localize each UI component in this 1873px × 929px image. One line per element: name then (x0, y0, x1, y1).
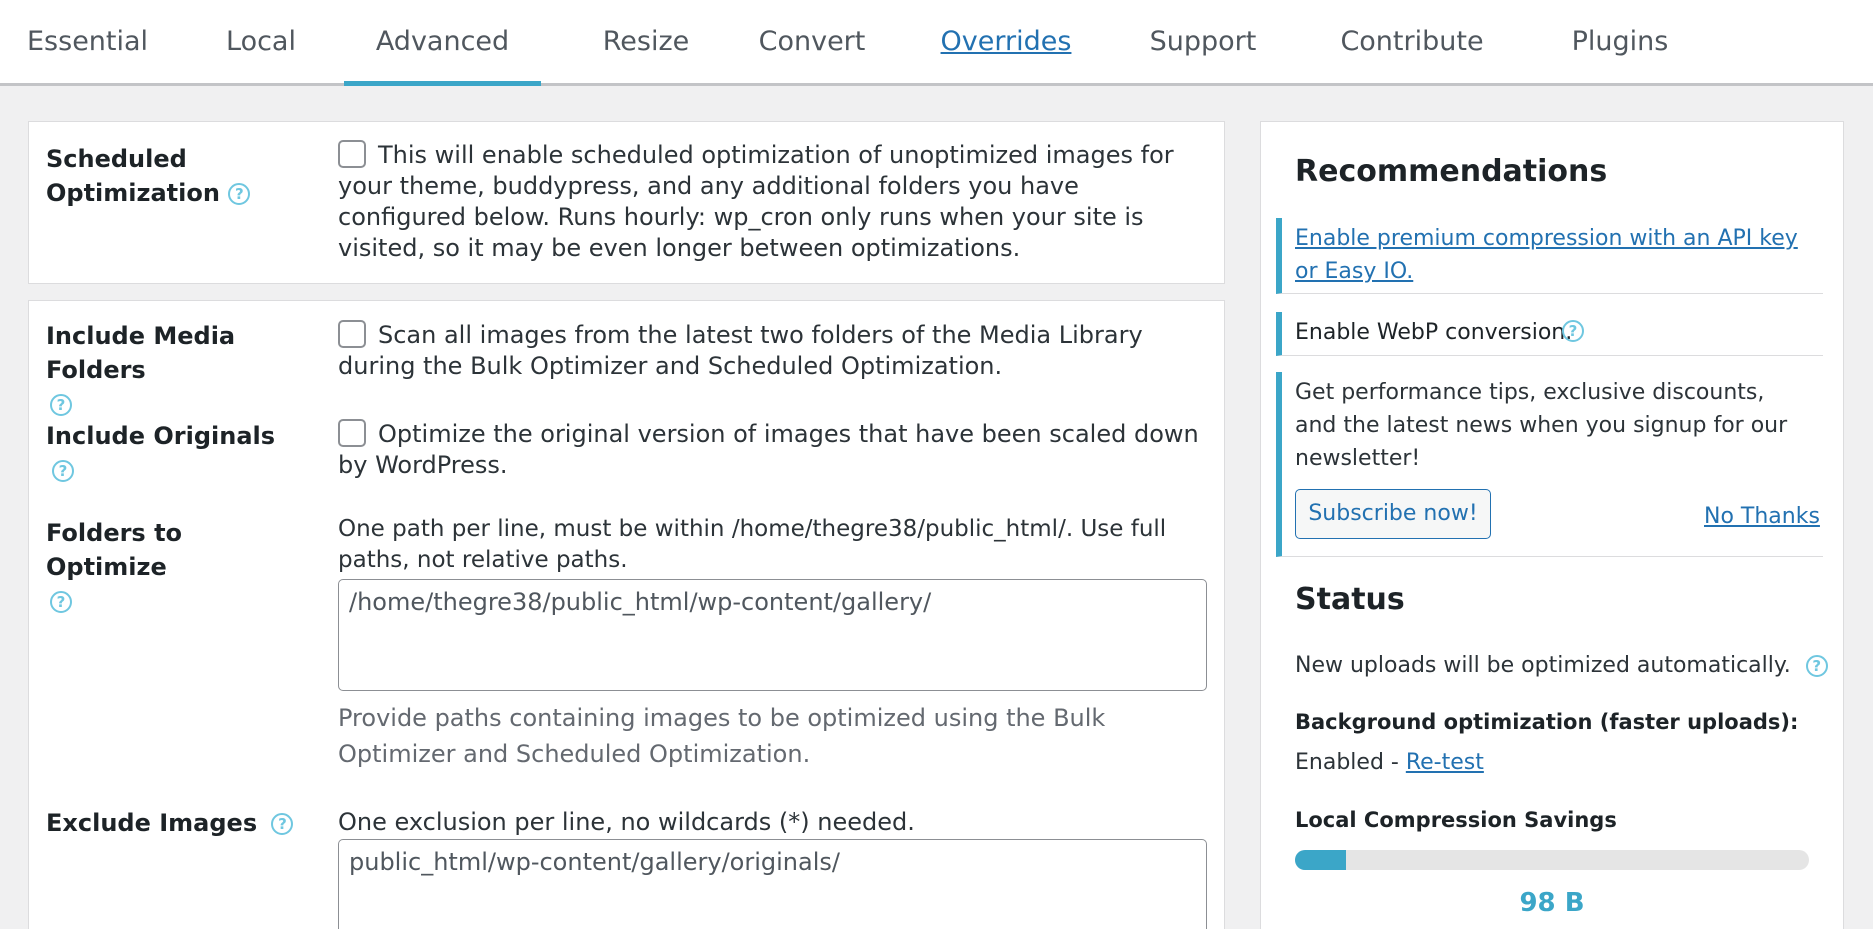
scheduled-label-line2: Optimization ? (46, 176, 286, 210)
tab-overrides[interactable]: Overrides (937, 0, 1075, 86)
media-folders-help-wrap: ? (46, 387, 306, 421)
folders-desc: One path per line, must be within /home/… (338, 516, 1167, 573)
media-folders-label: Include Media Folders ? (46, 319, 306, 421)
newsletter-item: Get performance tips, exclusive discount… (1276, 372, 1823, 557)
originals-label-text: Include Originals (46, 422, 276, 450)
scheduled-label-line1: Scheduled (46, 145, 187, 173)
media-folders-checkbox[interactable] (338, 320, 366, 348)
help-icon[interactable]: ? (1562, 320, 1584, 342)
newsletter-text: Get performance tips, exclusive discount… (1295, 380, 1788, 471)
tab-bar: Essential Local Advanced Resize Convert … (0, 0, 1873, 86)
media-folders-label-text: Include Media Folders (46, 322, 236, 384)
tab-resize[interactable]: Resize (585, 0, 707, 86)
help-icon[interactable]: ? (50, 394, 72, 416)
rec-premium-link[interactable]: Enable premium compression with an API k… (1295, 222, 1805, 288)
savings-title: Local Compression Savings (1295, 808, 1617, 832)
rec-webp-text: Enable WebP conversion. (1295, 320, 1573, 345)
exclude-label-text: Exclude Images (46, 809, 258, 837)
media-folders-desc-text: Scan all images from the latest two fold… (338, 321, 1143, 380)
rec-webp-item: Enable WebP conversion. ? (1276, 312, 1823, 356)
help-icon[interactable]: ? (228, 183, 251, 205)
media-folders-desc: Scan all images from the latest two fold… (338, 320, 1208, 382)
tab-contribute[interactable]: Contribute (1337, 0, 1487, 86)
rec-premium-item: Enable premium compression with an API k… (1276, 218, 1823, 294)
bg-optimization-title: Background optimization (faster uploads)… (1295, 710, 1799, 734)
options-panel: Include Media Folders ? Scan all images … (28, 300, 1225, 929)
scheduled-desc-text: This will enable scheduled optimization … (338, 141, 1174, 262)
help-icon[interactable]: ? (271, 813, 294, 835)
bg-optimization-status: Enabled - Re-test (1295, 750, 1484, 775)
folders-label-text: Folders to Optimize (46, 519, 183, 581)
bg-enabled-text: Enabled - (1295, 750, 1406, 775)
originals-desc-text: Optimize the original version of images … (338, 420, 1199, 479)
folders-help-wrap: ? (46, 584, 306, 618)
scheduled-checkbox[interactable] (338, 140, 366, 168)
recommendations-title: Recommendations (1295, 154, 1608, 189)
savings-progress-fill (1295, 850, 1347, 870)
scheduled-desc: This will enable scheduled optimization … (338, 140, 1208, 264)
savings-value: 98 B (1519, 888, 1585, 918)
exclude-label: Exclude Images ? (46, 806, 306, 840)
exclude-textarea[interactable]: public_html/wp-content/gallery/originals… (338, 839, 1207, 929)
originals-desc: Optimize the original version of images … (338, 419, 1208, 481)
no-thanks-link[interactable]: No Thanks (1704, 504, 1820, 529)
status-uploads: New uploads will be optimized automatica… (1295, 653, 1828, 678)
help-icon[interactable]: ? (1805, 655, 1828, 677)
tab-convert[interactable]: Convert (752, 0, 872, 86)
exclude-desc: One exclusion per line, no wildcards (*)… (338, 808, 915, 836)
tab-local[interactable]: Local (220, 0, 302, 86)
help-icon[interactable]: ? (52, 460, 74, 482)
folders-note: Provide paths containing images to be op… (338, 704, 1106, 768)
subscribe-button[interactable]: Subscribe now! (1295, 489, 1491, 539)
scheduled-label: Scheduled Optimization ? (46, 142, 286, 210)
savings-progress-bar (1295, 850, 1809, 870)
tab-advanced[interactable]: Advanced (344, 0, 541, 86)
tab-plugins[interactable]: Plugins (1559, 0, 1681, 86)
status-title: Status (1295, 582, 1405, 617)
originals-checkbox[interactable] (338, 419, 366, 447)
folders-textarea[interactable]: /home/thegre38/public_html/wp-content/ga… (338, 579, 1207, 691)
scheduled-panel: Scheduled Optimization ? This will enabl… (28, 121, 1225, 284)
status-uploads-text: New uploads will be optimized automatica… (1295, 653, 1791, 678)
tab-support[interactable]: Support (1147, 0, 1259, 86)
tab-essential[interactable]: Essential (27, 0, 148, 86)
folders-label: Folders to Optimize ? (46, 516, 306, 618)
scheduled-label-text: Optimization (46, 179, 220, 207)
sidebar-panel: Recommendations Enable premium compressi… (1260, 121, 1844, 929)
help-icon[interactable]: ? (50, 591, 72, 613)
retest-link[interactable]: Re-test (1406, 750, 1484, 775)
originals-label: Include Originals ? (46, 419, 306, 487)
